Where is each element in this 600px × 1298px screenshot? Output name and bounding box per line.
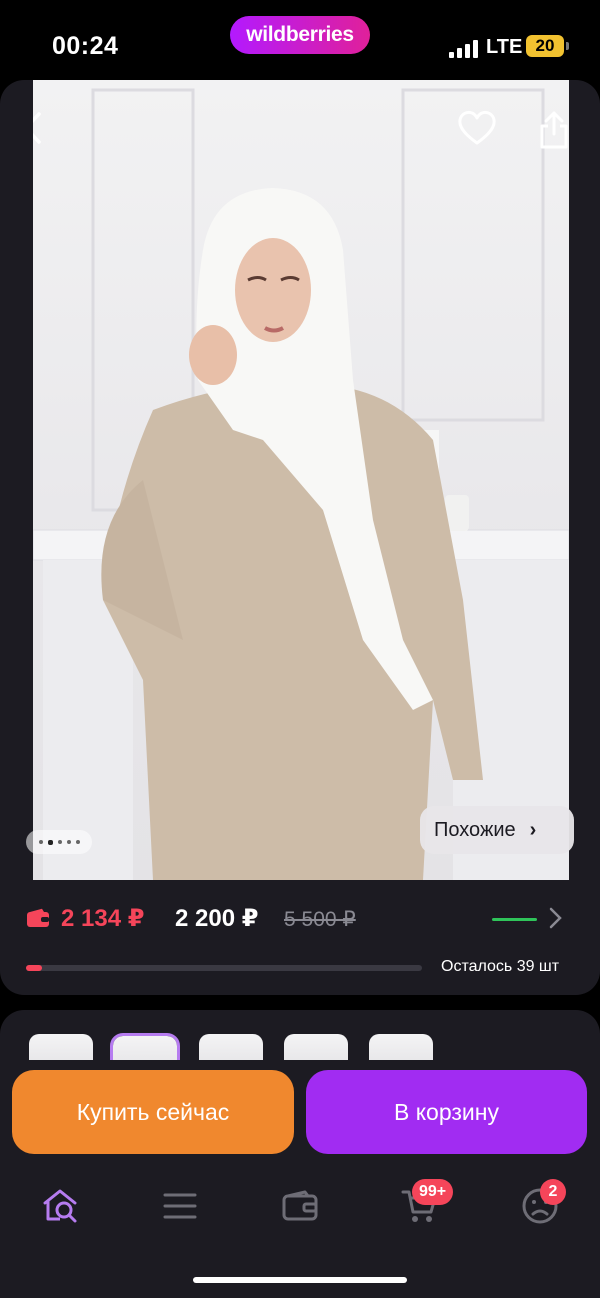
tab-catalog[interactable]: [158, 1184, 202, 1228]
tab-bar: 99+ 2: [0, 1170, 600, 1250]
battery-icon: 20: [526, 35, 569, 57]
product-card: Похожие › 2 134 ₽ 2 200 ₽ 5 500 ₽ Остало…: [0, 80, 600, 995]
chevron-left-icon: [33, 112, 41, 144]
current-price: 2 200 ₽: [175, 905, 259, 932]
status-bar: 00:24 wildberries LTE 20: [0, 0, 600, 80]
product-photo[interactable]: [33, 80, 569, 880]
similar-button[interactable]: Похожие ›: [420, 806, 574, 854]
pagination-dot: [57, 840, 62, 844]
back-button[interactable]: [33, 110, 65, 154]
pagination-dot-active: [47, 839, 53, 845]
network-type: LTE: [486, 36, 523, 58]
thumbnail-strip: [0, 1010, 600, 1060]
favorite-button[interactable]: [457, 110, 501, 154]
thumbnail-selected[interactable]: [110, 1033, 180, 1060]
share-icon: [540, 111, 568, 149]
home-indicator[interactable]: [193, 1277, 407, 1283]
menu-icon: [163, 1193, 197, 1219]
wallet-icon: [27, 908, 49, 927]
battery-level: 20: [535, 36, 555, 55]
similar-label: Похожие: [434, 818, 516, 841]
pagination-dot: [38, 840, 43, 844]
heart-icon: [458, 110, 496, 145]
add-to-cart-button[interactable]: В корзину: [306, 1070, 587, 1154]
price-row[interactable]: 2 134 ₽ 2 200 ₽ 5 500 ₽: [0, 900, 600, 940]
profile-badge: 2: [540, 1179, 566, 1205]
tab-wallet[interactable]: [278, 1184, 322, 1228]
purchase-actions: Купить сейчас В корзину: [0, 1068, 600, 1158]
thumbnail[interactable]: [284, 1034, 348, 1060]
signal-icon: [449, 38, 481, 58]
cart-badge: 99+: [412, 1179, 454, 1205]
share-button[interactable]: [537, 110, 569, 154]
chevron-right-icon: ›: [529, 818, 537, 841]
thumbnail[interactable]: [199, 1034, 263, 1060]
wallet-price: 2 134 ₽: [61, 905, 145, 932]
wallet-icon: [282, 1190, 318, 1221]
thumbnail[interactable]: [369, 1034, 433, 1060]
brand-logo: wildberries: [230, 16, 370, 54]
stock-progress: [26, 965, 422, 971]
gallery-pagination: [26, 830, 92, 854]
product-photo-illustration: [33, 88, 569, 880]
chevron-right-icon: [549, 907, 562, 929]
pagination-dot: [66, 840, 71, 844]
stock-progress-fill: [26, 965, 42, 971]
stock-remaining: Осталось 39 шт: [441, 958, 560, 975]
home-search-icon: [43, 1189, 77, 1223]
price-indicator: [492, 918, 537, 921]
status-time: 00:24: [52, 32, 119, 60]
thumbnail[interactable]: [29, 1034, 93, 1060]
bottom-panel: Купить сейчас В корзину 99+ 2: [0, 1010, 600, 1298]
pagination-dot: [75, 840, 80, 844]
tab-home[interactable]: [38, 1184, 82, 1228]
old-price: 5 500 ₽: [284, 908, 356, 931]
buy-now-button[interactable]: Купить сейчас: [12, 1070, 294, 1154]
